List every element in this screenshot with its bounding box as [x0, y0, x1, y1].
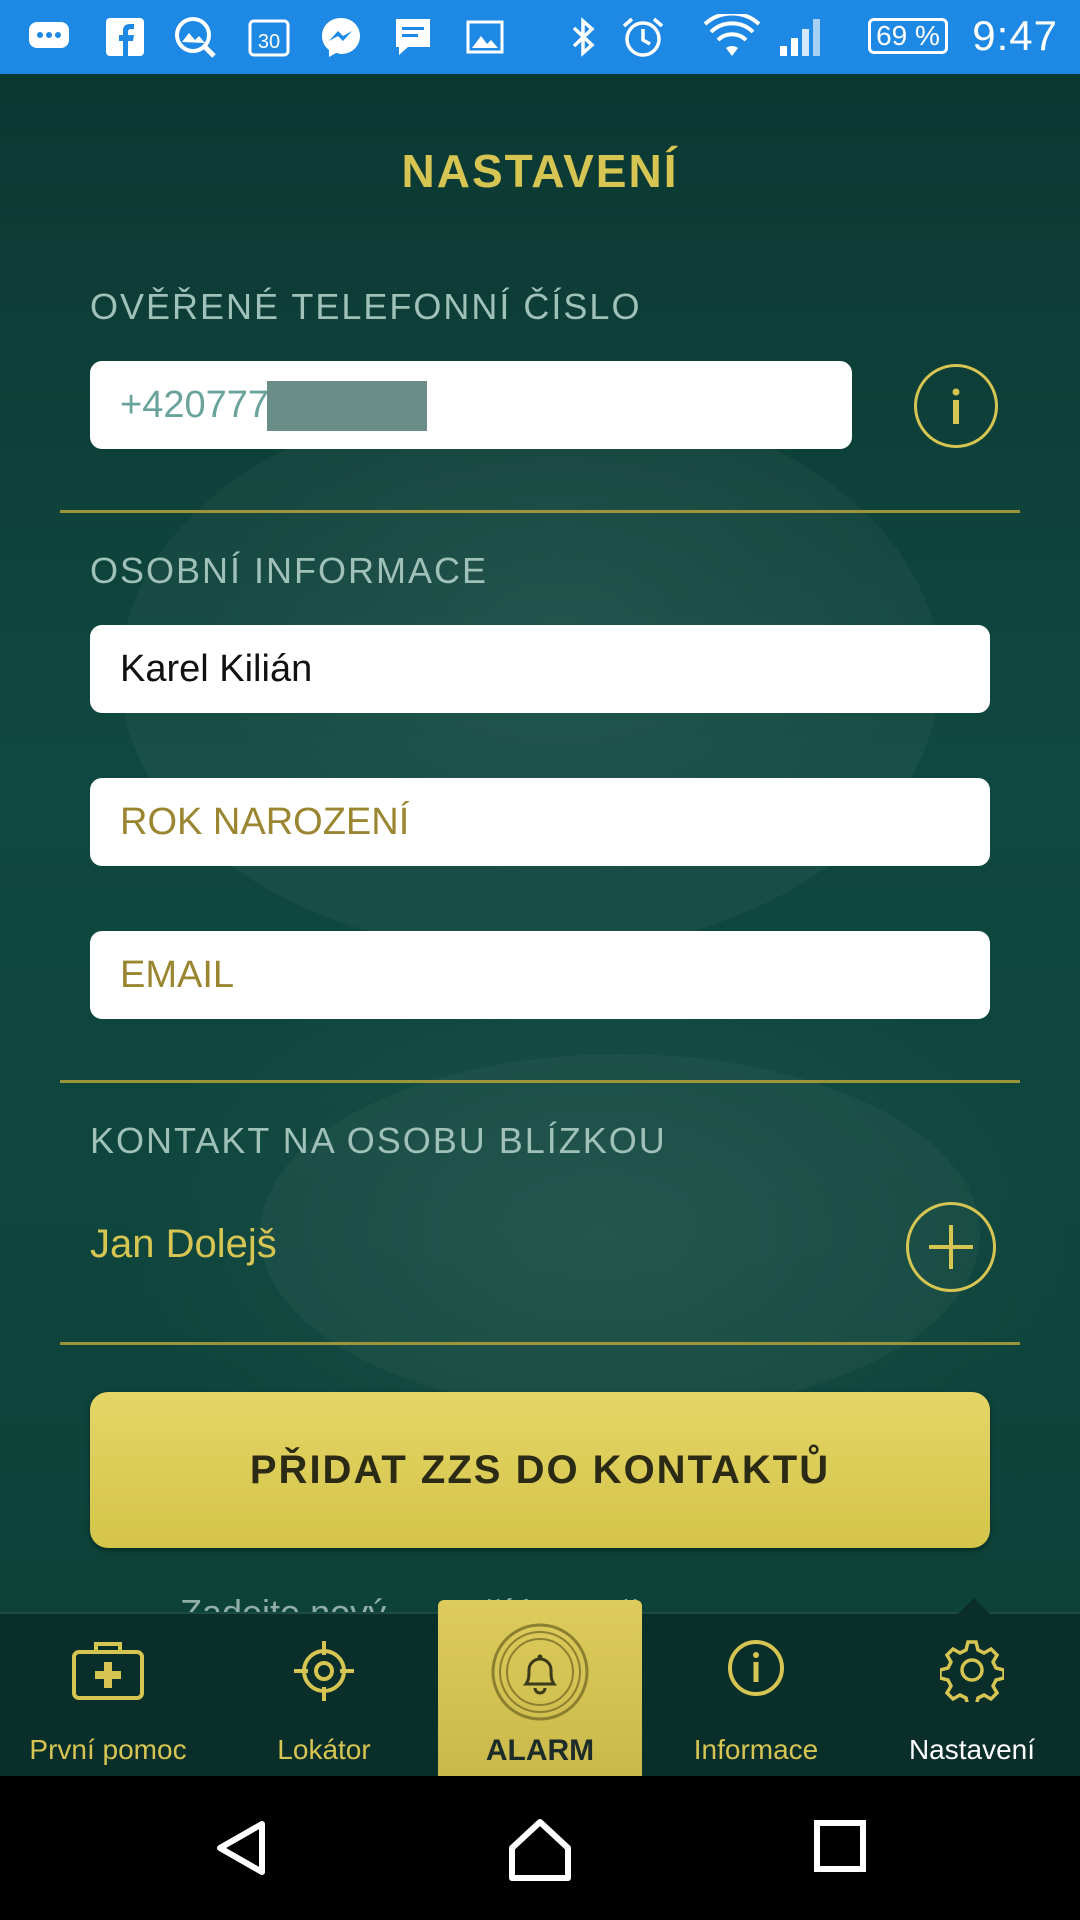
tab-label: ALARM	[485, 1734, 595, 1767]
add-zzs-to-contacts-button[interactable]: PŘIDAT ZZS DO KONTAKTŮ	[90, 1392, 990, 1548]
personal-section-label: OSOBNÍ INFORMACE	[90, 550, 489, 591]
home-icon[interactable]	[508, 1818, 572, 1882]
gear-icon	[940, 1640, 1004, 1702]
chat-bubble-icon	[29, 22, 69, 48]
tab-label: Lokátor	[277, 1734, 371, 1765]
section-divider	[60, 1342, 1020, 1345]
clock: 9:47	[972, 12, 1058, 59]
contact-name[interactable]: Jan Dolejš	[90, 1222, 277, 1267]
tab-label: První pomoc	[29, 1734, 187, 1765]
section-divider	[60, 510, 1020, 513]
tab-locator[interactable]: Lokátor	[216, 1614, 432, 1778]
bell-icon	[491, 1623, 589, 1721]
image-icon	[466, 20, 504, 54]
add-contact-button[interactable]	[906, 1202, 996, 1292]
phone-number-field[interactable]: +420777	[90, 361, 852, 449]
tab-information[interactable]: Informace	[648, 1614, 864, 1778]
bluetooth-icon	[572, 17, 595, 57]
facebook-icon	[106, 18, 144, 56]
contact-section-label: KONTAKT NA OSOBU BLÍZKOU	[90, 1120, 667, 1161]
wifi-icon	[704, 14, 760, 56]
plus-icon	[929, 1225, 973, 1269]
tab-label: Nastavení	[908, 1734, 1036, 1765]
info-icon	[728, 1640, 784, 1696]
tab-first-aid[interactable]: První pomoc	[0, 1614, 216, 1778]
page-title: NASTAVENÍ	[401, 145, 679, 197]
status-bar: 30 69 % 9:47	[0, 0, 1080, 74]
message-icon	[396, 19, 430, 55]
phone-number-value: +420777	[120, 384, 269, 426]
tab-settings[interactable]: Nastavení	[864, 1614, 1080, 1778]
birth-year-field[interactable]: ROK NAROZENÍ	[90, 778, 990, 866]
email-field[interactable]: EMAIL	[90, 931, 990, 1019]
bottom-tab-bar: První pomoc Lokátor ALARM Informace Nast…	[0, 1598, 1080, 1778]
photo-search-icon	[175, 17, 216, 58]
section-divider	[60, 1080, 1020, 1083]
recent-apps-icon[interactable]	[812, 1818, 868, 1874]
background-headlight-shape	[260, 1054, 980, 1414]
crosshair-icon	[294, 1641, 354, 1701]
system-navigation-bar	[0, 1776, 1080, 1920]
info-icon	[952, 388, 960, 424]
redacted-block	[267, 381, 427, 431]
messenger-icon	[322, 18, 360, 57]
svg-text:30: 30	[258, 31, 280, 53]
tab-label: Informace	[693, 1734, 819, 1765]
phone-info-button[interactable]	[914, 364, 998, 448]
alarm-clock-icon	[622, 17, 664, 57]
calendar-30-icon: 30	[248, 19, 290, 57]
name-field[interactable]: Karel Kilián	[90, 625, 990, 713]
back-icon[interactable]	[212, 1818, 272, 1878]
first-aid-kit-icon	[72, 1642, 144, 1700]
tab-alarm[interactable]: ALARM	[438, 1600, 642, 1778]
settings-screen: NASTAVENÍ OVĚŘENÉ TELEFONNÍ ČÍSLO +42077…	[0, 74, 1080, 1612]
active-tab-indicator	[958, 1598, 990, 1614]
phone-section-label: OVĚŘENÉ TELEFONNÍ ČÍSLO	[90, 286, 642, 327]
battery-indicator: 69 %	[868, 18, 948, 54]
signal-icon	[780, 19, 820, 56]
